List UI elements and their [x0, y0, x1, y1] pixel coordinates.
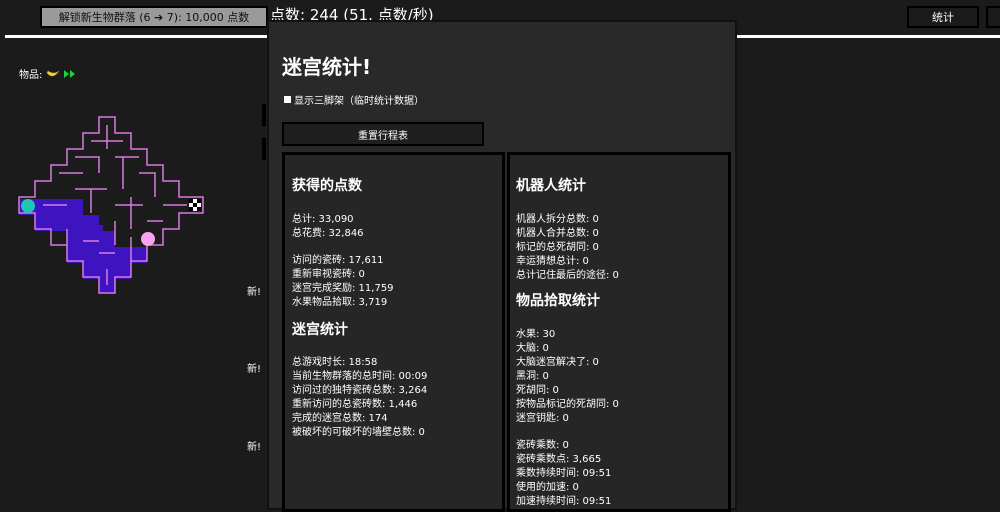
robot-position-marker [141, 232, 155, 246]
stats-button[interactable]: 统计 [907, 6, 979, 28]
left-stats-panel: 获得的点数 总计: 33,090 总花费: 32,846 访问的瓷砖: 17,6… [282, 152, 505, 512]
stat-row: 按物品标记的死胡同: 0 [516, 399, 619, 410]
stat-row: 水果: 30 [516, 329, 556, 340]
stat-row: 黑洞: 0 [516, 371, 549, 382]
banana-icon [47, 70, 60, 76]
modal-title: 迷宫统计! [282, 55, 372, 79]
items-row: 物品: [19, 66, 76, 81]
unlock-biome-button[interactable]: 解锁新生物群落 (6 ➔ 7): 10,000 点数 [40, 6, 268, 28]
stat-row: 标记的总死胡同: 0 [516, 242, 599, 253]
stat-row: 被破坏的可破坏的墙壁总数: 0 [292, 427, 425, 438]
stat-row: 重新审视瓷砖: 0 [292, 269, 365, 280]
stat-row: 总游戏时长: 18:58 [292, 357, 378, 368]
speed-icon [64, 69, 76, 78]
side-marker [262, 104, 266, 126]
stat-row: 使用的加速: 0 [516, 482, 579, 493]
stat-row: 完成的迷宫总数: 174 [292, 413, 388, 424]
stat-row: 总计: 33,090 [292, 214, 354, 225]
stat-row: 乘数持续时间: 09:51 [516, 468, 612, 479]
item-pickup-heading: 物品拾取统计 [516, 293, 600, 309]
checkered-flag-icon [189, 199, 201, 211]
tripod-checkbox[interactable] [284, 96, 291, 103]
maze-stats-heading: 迷宫统计 [292, 322, 348, 338]
tripod-label: 显示三脚架（临时统计数据） [294, 96, 424, 107]
stat-row: 访问的瓷砖: 17,611 [292, 255, 384, 266]
points-heading: 获得的点数 [292, 178, 362, 194]
stat-row: 机器人合并总数: 0 [516, 228, 599, 239]
stat-row: 幸运猜想总计: 0 [516, 256, 589, 267]
maze-stats-modal: 迷宫统计! 显示三脚架（临时统计数据） 重置行程表 获得的点数 总计: 33,0… [267, 20, 737, 512]
stat-row: 当前生物群落的总时间: 00:09 [292, 371, 428, 382]
stat-row: 死胡同: 0 [516, 385, 559, 396]
side-marker [262, 138, 266, 160]
stat-row: 迷宫钥匙: 0 [516, 413, 569, 424]
stat-row: 瓷砖乘数: 0 [516, 440, 569, 451]
stat-row: 瓷砖乘数点: 3,665 [516, 454, 602, 465]
maze-view [18, 116, 204, 294]
stat-row: 加速持续时间: 09:51 [516, 496, 612, 507]
tripod-toggle[interactable]: 显示三脚架（临时统计数据） [284, 92, 424, 107]
stat-row: 访问过的独特瓷砖总数: 3,264 [292, 385, 428, 396]
items-label: 物品: [19, 70, 43, 81]
stat-row: 重新访问的总瓷砖数: 1,446 [292, 399, 418, 410]
stat-row: 总花费: 32,846 [292, 228, 364, 239]
stat-row: 迷宫完成奖励: 11,759 [292, 283, 394, 294]
maze-visited-area [19, 199, 147, 293]
robot-start-marker [21, 199, 35, 213]
new-badge: 新! [247, 442, 262, 453]
robot-stats-heading: 机器人统计 [516, 178, 586, 194]
stat-row: 总计记住最后的途径: 0 [516, 270, 619, 281]
stat-row: 大脑迷宫解决了: 0 [516, 357, 599, 368]
right-stats-panel: 机器人统计 机器人拆分总数: 0 机器人合并总数: 0 标记的总死胡同: 0 幸… [507, 152, 731, 512]
stat-row: 大脑: 0 [516, 343, 549, 354]
new-badge: 新! [247, 364, 262, 375]
new-badge: 新! [247, 287, 262, 298]
stat-row: 水果物品拾取: 3,719 [292, 297, 388, 308]
reset-odometer-button[interactable]: 重置行程表 [282, 122, 484, 146]
extra-button[interactable] [986, 6, 1000, 28]
stat-row: 机器人拆分总数: 0 [516, 214, 599, 225]
